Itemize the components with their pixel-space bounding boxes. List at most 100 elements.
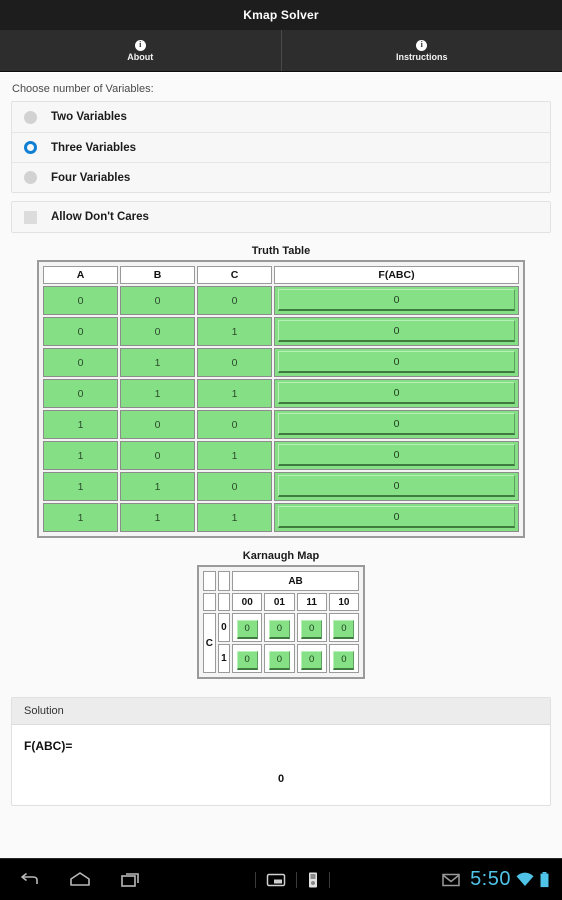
variable-count-radio-group: Two Variables Three Variables Four Varia… bbox=[11, 101, 551, 193]
cell-f: 0 bbox=[274, 286, 519, 315]
radio-indicator[interactable] bbox=[24, 171, 37, 184]
cell-a: 1 bbox=[43, 503, 118, 532]
screenshot-icon[interactable] bbox=[266, 872, 286, 888]
kmap-cell-button[interactable]: 0 bbox=[236, 620, 258, 639]
radio-indicator-selected[interactable] bbox=[24, 141, 37, 154]
kmap-corner-blank bbox=[203, 593, 216, 611]
page-title: Kmap Solver bbox=[243, 8, 319, 22]
back-icon[interactable] bbox=[18, 871, 40, 889]
truth-table-header-row: A B C F(ABC) bbox=[43, 266, 519, 284]
cell-c: 1 bbox=[197, 379, 272, 408]
tab-about[interactable]: i About bbox=[0, 30, 281, 71]
table-row: 0 1 0 0 bbox=[43, 348, 519, 377]
kmap-cell: 0 bbox=[232, 644, 263, 673]
output-toggle-button[interactable]: 0 bbox=[278, 320, 515, 342]
app-title-bar: Kmap Solver bbox=[0, 0, 562, 30]
kmap-group-header-row: AB bbox=[203, 571, 359, 591]
cell-f: 0 bbox=[274, 379, 519, 408]
cell-c: 1 bbox=[197, 503, 272, 532]
kmap-row-var-label: C bbox=[203, 613, 216, 673]
home-icon[interactable] bbox=[68, 871, 92, 889]
info-icon: i bbox=[134, 39, 146, 51]
radio-option-three-variables[interactable]: Three Variables bbox=[12, 132, 550, 162]
cell-a: 1 bbox=[43, 441, 118, 470]
header-a: A bbox=[43, 266, 118, 284]
cell-b: 0 bbox=[120, 286, 195, 315]
wifi-icon bbox=[515, 872, 535, 888]
cell-b: 1 bbox=[120, 379, 195, 408]
kmap-cell: 0 bbox=[264, 644, 295, 673]
main-content: Choose number of Variables: Two Variable… bbox=[0, 73, 562, 858]
notification-icons-group bbox=[142, 871, 442, 889]
cell-b: 1 bbox=[120, 348, 195, 377]
gmail-icon[interactable] bbox=[442, 873, 460, 887]
nav-buttons-group bbox=[0, 871, 142, 889]
tab-bar: i About i Instructions bbox=[0, 30, 562, 72]
kmap-cell-button[interactable]: 0 bbox=[268, 651, 290, 670]
radio-label: Two Variables bbox=[51, 111, 127, 123]
table-row: 0 0 0 0 bbox=[43, 286, 519, 315]
kmap-cell: 0 bbox=[232, 613, 263, 642]
tab-instructions[interactable]: i Instructions bbox=[280, 30, 562, 71]
output-toggle-button[interactable]: 0 bbox=[278, 413, 515, 435]
checkbox-label: Allow Don't Cares bbox=[51, 211, 149, 223]
kmap-row-header-1: 1 bbox=[217, 644, 231, 673]
solution-panel: Solution F(ABC)= 0 bbox=[11, 697, 551, 806]
variables-prompt: Choose number of Variables: bbox=[12, 83, 154, 95]
dont-cares-group: Allow Don't Cares bbox=[11, 201, 551, 233]
radio-label: Three Variables bbox=[51, 141, 137, 154]
kmap-corner-blank bbox=[217, 593, 231, 611]
cell-b: 0 bbox=[120, 410, 195, 439]
header-f: F(ABC) bbox=[274, 266, 519, 284]
kmap-row-1: 1 0 0 0 0 bbox=[203, 644, 359, 673]
cell-a: 0 bbox=[43, 317, 118, 346]
kmap-corner-blank bbox=[203, 571, 216, 591]
output-toggle-button[interactable]: 0 bbox=[278, 382, 515, 404]
kmap-cell-button[interactable]: 0 bbox=[333, 651, 355, 670]
solution-body: F(ABC)= 0 bbox=[12, 725, 550, 805]
output-toggle-button[interactable]: 0 bbox=[278, 351, 515, 373]
output-toggle-button[interactable]: 0 bbox=[278, 289, 515, 311]
output-toggle-button[interactable]: 0 bbox=[278, 475, 515, 497]
karnaugh-map-container: AB 00 01 11 10 C 0 0 0 0 0 1 0 0 0 0 bbox=[197, 565, 365, 679]
kmap-cell: 0 bbox=[264, 613, 295, 642]
output-toggle-button[interactable]: 0 bbox=[278, 506, 515, 528]
cell-c: 1 bbox=[197, 441, 272, 470]
table-row: 0 1 1 0 bbox=[43, 379, 519, 408]
kmap-cell-button[interactable]: 0 bbox=[301, 651, 323, 670]
cell-a: 0 bbox=[43, 286, 118, 315]
truth-table-caption: Truth Table bbox=[251, 245, 311, 257]
kmap-cell: 0 bbox=[296, 644, 327, 673]
solution-value: 0 bbox=[277, 773, 285, 785]
output-toggle-button[interactable]: 0 bbox=[278, 444, 515, 466]
cell-f: 0 bbox=[274, 503, 519, 532]
radio-option-four-variables[interactable]: Four Variables bbox=[12, 162, 550, 192]
kmap-col-header-00: 00 bbox=[232, 593, 263, 611]
kmap-cell: 0 bbox=[328, 613, 359, 642]
radio-option-two-variables[interactable]: Two Variables bbox=[12, 102, 550, 132]
kmap-cell-button[interactable]: 0 bbox=[268, 620, 290, 639]
cell-f: 0 bbox=[274, 472, 519, 501]
info-icon: i bbox=[416, 39, 428, 51]
tab-about-label: About bbox=[127, 51, 154, 62]
kmap-cell: 0 bbox=[296, 613, 327, 642]
kmap-row-0: C 0 0 0 0 0 bbox=[203, 613, 359, 673]
checkbox-option-allow-dont-cares[interactable]: Allow Don't Cares bbox=[12, 202, 550, 232]
kmap-cell-button[interactable]: 0 bbox=[236, 651, 258, 670]
kmap-col-header-11: 11 bbox=[296, 593, 327, 611]
kmap-cell-button[interactable]: 0 bbox=[333, 620, 355, 639]
kmap-col-header-01: 01 bbox=[264, 593, 295, 611]
cell-c: 0 bbox=[197, 348, 272, 377]
radio-indicator[interactable] bbox=[24, 110, 37, 124]
solution-header: Solution bbox=[12, 698, 550, 725]
usb-storage-icon[interactable] bbox=[307, 871, 319, 889]
recents-icon[interactable] bbox=[120, 871, 142, 889]
truth-table: A B C F(ABC) 0 0 0 0 0 0 1 0 0 1 0 0 0 1… bbox=[41, 264, 521, 534]
kmap-cell-button[interactable]: 0 bbox=[301, 620, 323, 639]
table-row: 1 1 0 0 bbox=[43, 472, 519, 501]
cell-c: 0 bbox=[197, 286, 272, 315]
battery-icon bbox=[539, 871, 550, 889]
header-b: B bbox=[120, 266, 195, 284]
cell-b: 0 bbox=[120, 317, 195, 346]
checkbox-indicator[interactable] bbox=[24, 210, 37, 224]
